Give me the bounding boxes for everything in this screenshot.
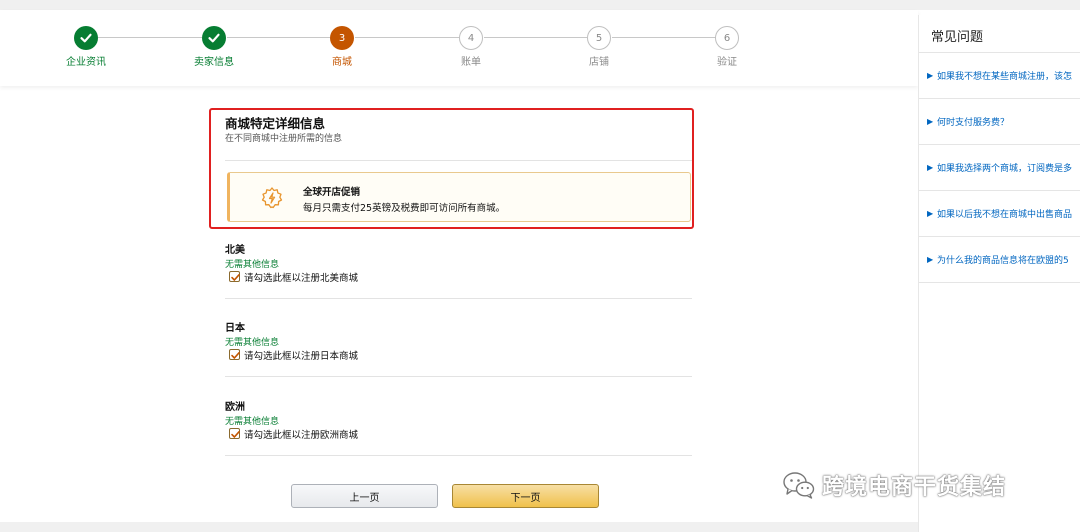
region-name: 欧洲 [225,402,245,413]
chevron-right-icon: ▶ [927,117,934,126]
north-america-checkbox-label[interactable]: 请勾选此框以注册北美商城 [244,270,358,284]
checkmark-icon [231,274,240,281]
faq-sidebar: 常见问题 ▶ 如果我不想在某些商城注册，该怎 ▶ 何时支付服务费？ ▶ 如果我选… [918,15,1080,532]
highlight-annotation-box [209,108,694,229]
chevron-right-icon: ▶ [927,255,934,264]
japan-checkbox[interactable] [229,349,240,360]
step-3-current: 3 [330,26,354,50]
faq-link[interactable]: 何时支付服务费？ [937,115,1080,128]
watermark-text: 跨境电商干货集结 [822,475,1007,500]
step-4: 4 [459,26,483,50]
faq-item[interactable]: ▶ 如果我不想在某些商城注册，该怎 [919,53,1080,99]
step-2-label: 卖家信息 [194,57,234,68]
faq-item[interactable]: ▶ 如果以后我不想在商城中出售商品 [919,191,1080,237]
chevron-right-icon: ▶ [927,209,934,218]
europe-checkbox-label[interactable]: 请勾选此框以注册欧洲商城 [244,427,358,441]
step-connector [227,37,330,38]
check-icon [208,33,220,43]
step-connector [98,37,202,38]
step-connector [484,37,587,38]
faq-item[interactable]: ▶ 如果我选择两个商城，订阅费是多 [919,145,1080,191]
region-japan: 日本 无需其他信息 请勾选此框以注册日本商城 [225,319,692,397]
region-note: 无需其他信息 [225,338,280,348]
region-europe: 欧洲 无需其他信息 请勾选此框以注册欧洲商城 [225,398,692,476]
step-connector [612,37,716,38]
step-5: 5 [587,26,611,50]
previous-page-button[interactable]: 上一页 [291,484,438,508]
faq-item[interactable]: ▶ 为什么我的商品信息将在欧盟的5 [919,237,1080,283]
faq-link[interactable]: 如果我不想在某些商城注册，该怎 [937,69,1080,82]
divider [225,298,692,299]
step-4-label: 账单 [461,57,481,68]
chevron-right-icon: ▶ [927,163,934,172]
divider [225,376,692,377]
watermark: 跨境电商干货集结 [782,469,1006,501]
faq-link[interactable]: 如果以后我不想在商城中出售商品 [937,207,1080,220]
step-1-complete-icon [74,26,98,50]
step-connector [355,37,459,38]
step-3-label: 商城 [332,57,352,68]
chevron-right-icon: ▶ [927,71,934,80]
europe-checkbox[interactable] [229,428,240,439]
divider [225,455,692,456]
wechat-icon [783,472,815,499]
region-north-america: 北美 无需其他信息 请勾选此框以注册北美商城 [225,241,692,319]
step-5-label: 店铺 [589,57,609,68]
region-name: 北美 [225,245,245,256]
region-note: 无需其他信息 [225,417,280,427]
stepper-panel [0,10,918,86]
japan-checkbox-label[interactable]: 请勾选此框以注册日本商城 [244,348,358,362]
region-name: 日本 [225,323,245,334]
checkmark-icon [231,431,240,438]
faq-title: 常见问题 [931,30,984,45]
next-page-button[interactable]: 下一页 [452,484,599,508]
check-icon [80,33,92,43]
step-6: 6 [715,26,739,50]
region-note: 无需其他信息 [225,260,280,270]
checkmark-icon [231,352,240,359]
bottom-bar [0,522,918,532]
step-6-label: 验证 [717,57,737,68]
faq-link[interactable]: 为什么我的商品信息将在欧盟的5 [937,253,1080,266]
step-1-label: 企业资讯 [66,57,106,68]
faq-item[interactable]: ▶ 何时支付服务费？ [919,99,1080,145]
step-2-complete-icon [202,26,226,50]
north-america-checkbox[interactable] [229,271,240,282]
faq-link[interactable]: 如果我选择两个商城，订阅费是多 [937,161,1080,174]
top-bar [0,0,1080,10]
